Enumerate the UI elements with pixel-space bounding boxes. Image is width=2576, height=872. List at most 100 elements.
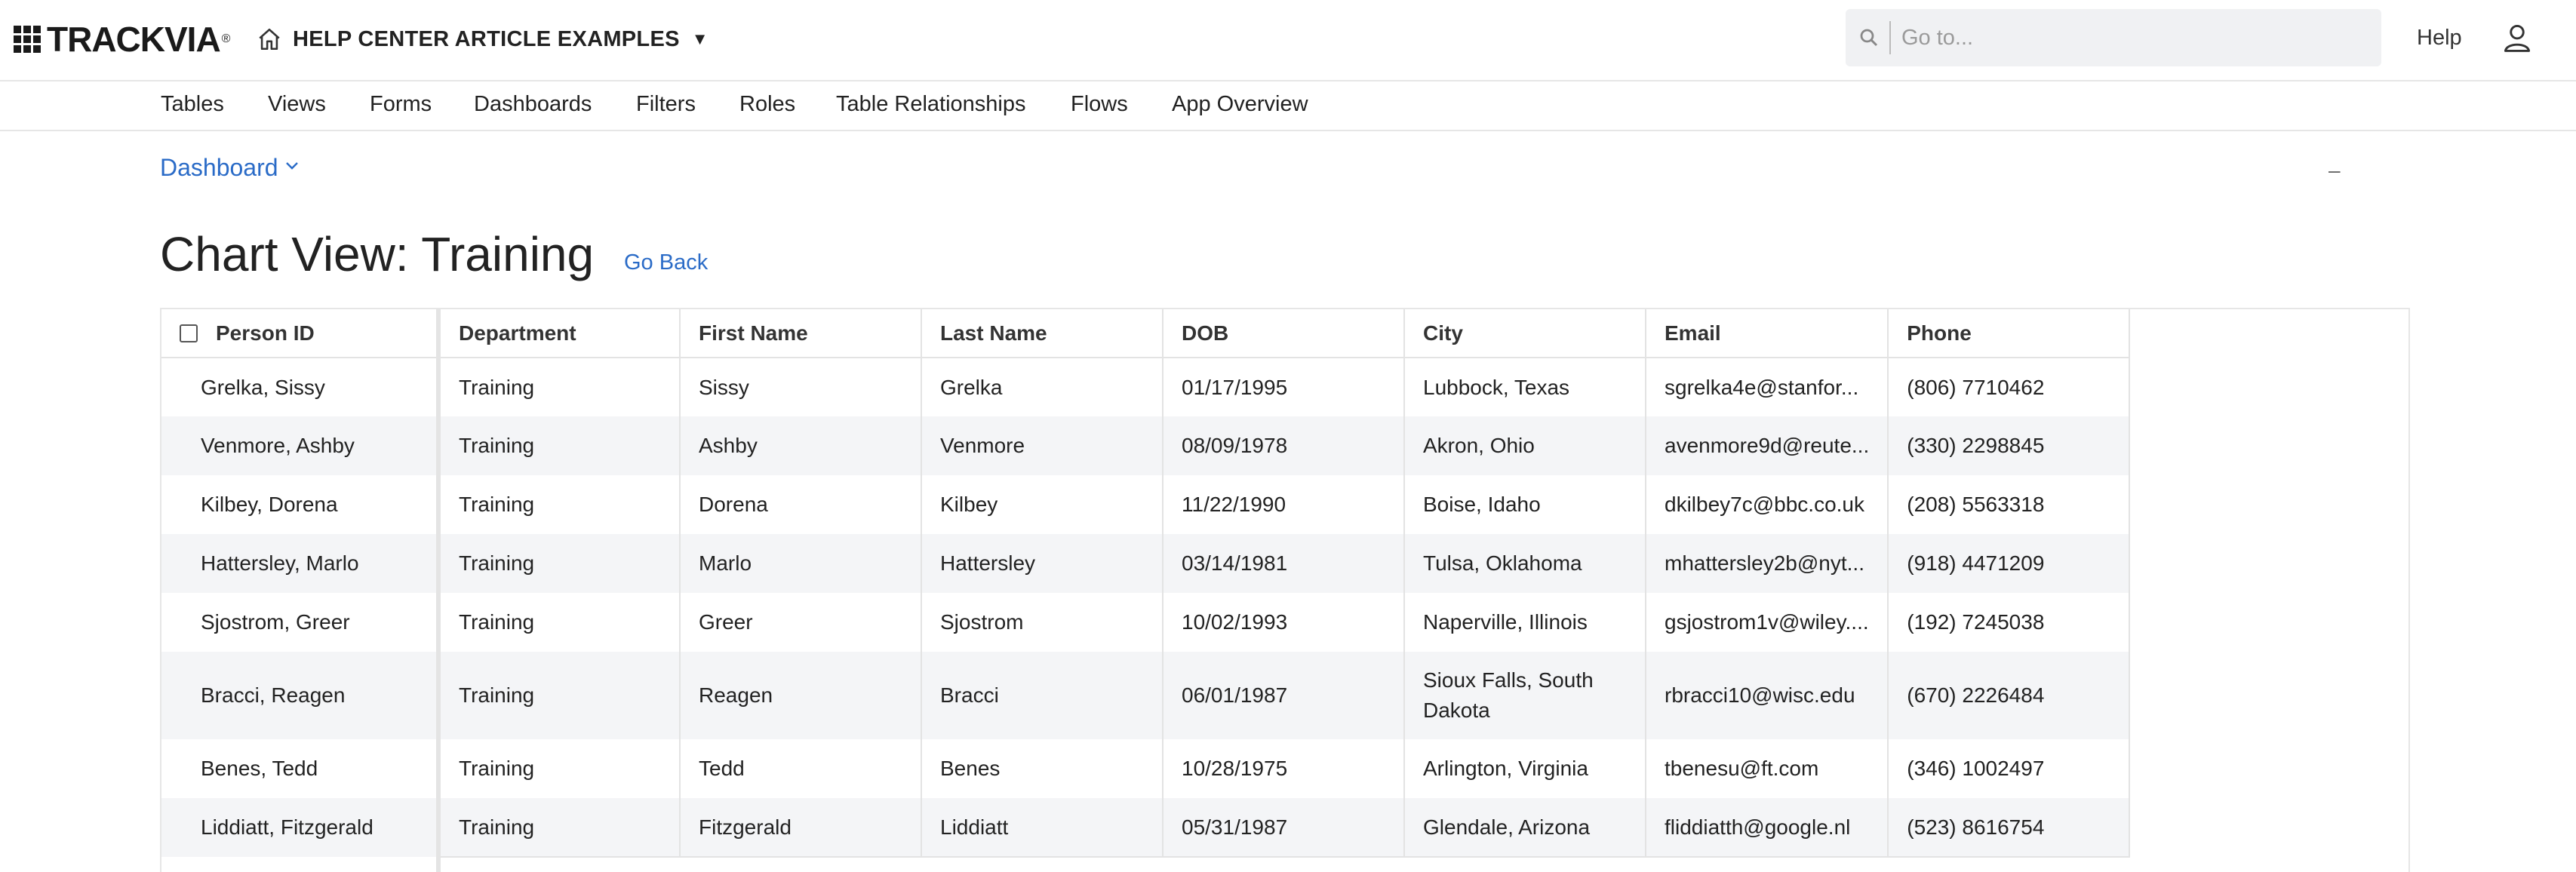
phone-cell: (330) 2298845 xyxy=(1888,416,2131,475)
nav-item-flows[interactable]: Flows xyxy=(1071,92,1128,117)
user-icon[interactable] xyxy=(2501,21,2534,54)
email-link[interactable]: tbenesu@ft.com xyxy=(1646,739,1889,798)
email-link[interactable]: rbracci10@wisc.edu xyxy=(1646,652,1889,739)
search-divider xyxy=(1889,21,1891,54)
first-name-cell: Reagen xyxy=(680,652,922,739)
first-name-cell: Dorena xyxy=(680,475,922,534)
empty-cell xyxy=(161,857,441,872)
first-name-cell: Tedd xyxy=(680,739,922,798)
select-all-checkbox[interactable] xyxy=(180,324,198,342)
chevron-down-icon xyxy=(285,161,298,170)
phone-cell: (523) 8616754 xyxy=(1888,798,2131,857)
search-input[interactable] xyxy=(1901,25,2354,51)
search-icon xyxy=(1860,29,1878,47)
email-link[interactable]: dkilbey7c@bbc.co.uk xyxy=(1646,475,1889,534)
app-switcher[interactable]: HELP CENTER ARTICLE EXAMPLES ▼ xyxy=(257,21,709,57)
nav-item-app-overview[interactable]: App Overview xyxy=(1172,92,1308,117)
home-icon xyxy=(259,28,280,51)
department-link[interactable]: Training xyxy=(438,739,681,798)
nav-item-roles[interactable]: Roles xyxy=(739,92,795,117)
brand-name: TRACKVIA ® xyxy=(47,20,230,59)
trackvia-logo[interactable]: TRACKVIA ® xyxy=(14,20,230,59)
column-header-email[interactable]: Email xyxy=(1646,309,1889,358)
records-table-container: Person ID Department First Name Last Nam… xyxy=(160,308,2410,872)
column-header-last-name[interactable]: Last Name xyxy=(921,309,1164,358)
help-link[interactable]: Help xyxy=(2417,26,2462,51)
table-row: Kilbey, Dorena Training Dorena Kilbey 11… xyxy=(161,475,2131,534)
minimize-button[interactable]: – xyxy=(2329,158,2341,183)
city-cell: Tulsa, Oklahoma xyxy=(1404,534,1646,593)
last-name-cell: Liddiatt xyxy=(921,798,1164,857)
first-name-cell: Marlo xyxy=(680,534,922,593)
nav-item-forms[interactable]: Forms xyxy=(370,92,432,117)
person-id-link[interactable]: Hattersley, Marlo xyxy=(161,534,441,593)
department-link[interactable]: Training xyxy=(438,358,681,416)
phone-cell: (670) 2226484 xyxy=(1888,652,2131,739)
first-name-cell: Fitzgerald xyxy=(680,798,922,857)
last-name-cell: Benes xyxy=(921,739,1164,798)
empty-cell xyxy=(438,856,2130,872)
table-row: Sjostrom, Greer Training Greer Sjostrom … xyxy=(161,593,2131,652)
department-link[interactable]: Training xyxy=(438,652,681,739)
column-header-person-id[interactable]: Person ID xyxy=(161,309,441,358)
nav-item-table-relationships[interactable]: Table Relationships xyxy=(836,92,1025,117)
person-id-link[interactable]: Liddiatt, Fitzgerald xyxy=(161,798,441,857)
table-row: Venmore, Ashby Training Ashby Venmore 08… xyxy=(161,416,2131,475)
department-link[interactable]: Training xyxy=(438,475,681,534)
page-title: Chart View: Training xyxy=(160,227,595,281)
dob-cell: 11/22/1990 xyxy=(1163,475,1405,534)
person-id-link[interactable]: Grelka, Sissy xyxy=(161,358,441,416)
person-id-link[interactable]: Benes, Tedd xyxy=(161,739,441,798)
first-name-cell: Sissy xyxy=(680,358,922,416)
dashboard-dropdown[interactable]: Dashboard xyxy=(160,154,301,182)
dob-cell: 10/28/1975 xyxy=(1163,739,1405,798)
city-cell: Lubbock, Texas xyxy=(1404,358,1646,416)
email-link[interactable]: gsjostrom1v@wiley.... xyxy=(1646,593,1889,652)
phone-cell: (346) 1002497 xyxy=(1888,739,2131,798)
email-link[interactable]: sgrelka4e@stanfor... xyxy=(1646,358,1889,416)
last-name-cell: Bracci xyxy=(921,652,1164,739)
dob-cell: 05/31/1987 xyxy=(1163,798,1405,857)
go-back-link[interactable]: Go Back xyxy=(624,250,708,275)
city-cell: Akron, Ohio xyxy=(1404,416,1646,475)
department-link[interactable]: Training xyxy=(438,534,681,593)
person-id-link[interactable]: Bracci, Reagen xyxy=(161,652,441,739)
last-name-cell: Sjostrom xyxy=(921,593,1164,652)
email-link[interactable]: mhattersley2b@nyt... xyxy=(1646,534,1889,593)
nav-item-views[interactable]: Views xyxy=(268,92,326,117)
column-header-city[interactable]: City xyxy=(1404,309,1646,358)
city-cell: Naperville, Illinois xyxy=(1404,593,1646,652)
email-link[interactable]: avenmore9d@reute... xyxy=(1646,416,1889,475)
person-id-link[interactable]: Sjostrom, Greer xyxy=(161,593,441,652)
column-header-department[interactable]: Department xyxy=(438,309,681,358)
city-cell: Sioux Falls, South Dakota xyxy=(1404,652,1646,739)
table-row: Bracci, Reagen Training Reagen Bracci 06… xyxy=(161,652,2131,739)
nav-item-filters[interactable]: Filters xyxy=(636,92,696,117)
table-row: Grelka, Sissy Training Sissy Grelka 01/1… xyxy=(161,358,2131,416)
nav-item-tables[interactable]: Tables xyxy=(161,92,224,117)
person-id-link[interactable]: Kilbey, Dorena xyxy=(161,475,441,534)
department-link[interactable]: Training xyxy=(438,798,681,857)
dob-cell: 06/01/1987 xyxy=(1163,652,1405,739)
dob-cell: 10/02/1993 xyxy=(1163,593,1405,652)
column-header-first-name[interactable]: First Name xyxy=(680,309,922,358)
phone-cell: (192) 7245038 xyxy=(1888,593,2131,652)
top-bar: TRACKVIA ® HELP CENTER ARTICLE EXAMPLES ▼… xyxy=(0,0,2576,81)
table-row: Benes, Tedd Training Tedd Benes 10/28/19… xyxy=(161,739,2131,798)
logo-grid-icon xyxy=(14,26,41,53)
department-link[interactable]: Training xyxy=(438,593,681,652)
table-row: Hattersley, Marlo Training Marlo Hatters… xyxy=(161,534,2131,593)
department-link[interactable]: Training xyxy=(438,416,681,475)
email-link[interactable]: fliddiatth@google.nl xyxy=(1646,798,1889,857)
search-box xyxy=(1846,9,2381,66)
column-header-phone[interactable]: Phone xyxy=(1888,309,2131,358)
city-cell: Glendale, Arizona xyxy=(1404,798,1646,857)
last-name-cell: Grelka xyxy=(921,358,1164,416)
person-id-link[interactable]: Venmore, Ashby xyxy=(161,416,441,475)
last-name-cell: Kilbey xyxy=(921,475,1164,534)
table-footer-row xyxy=(161,856,2130,872)
nav-item-dashboards[interactable]: Dashboards xyxy=(474,92,592,117)
column-header-dob[interactable]: DOB xyxy=(1163,309,1405,358)
first-name-cell: Greer xyxy=(680,593,922,652)
last-name-cell: Hattersley xyxy=(921,534,1164,593)
